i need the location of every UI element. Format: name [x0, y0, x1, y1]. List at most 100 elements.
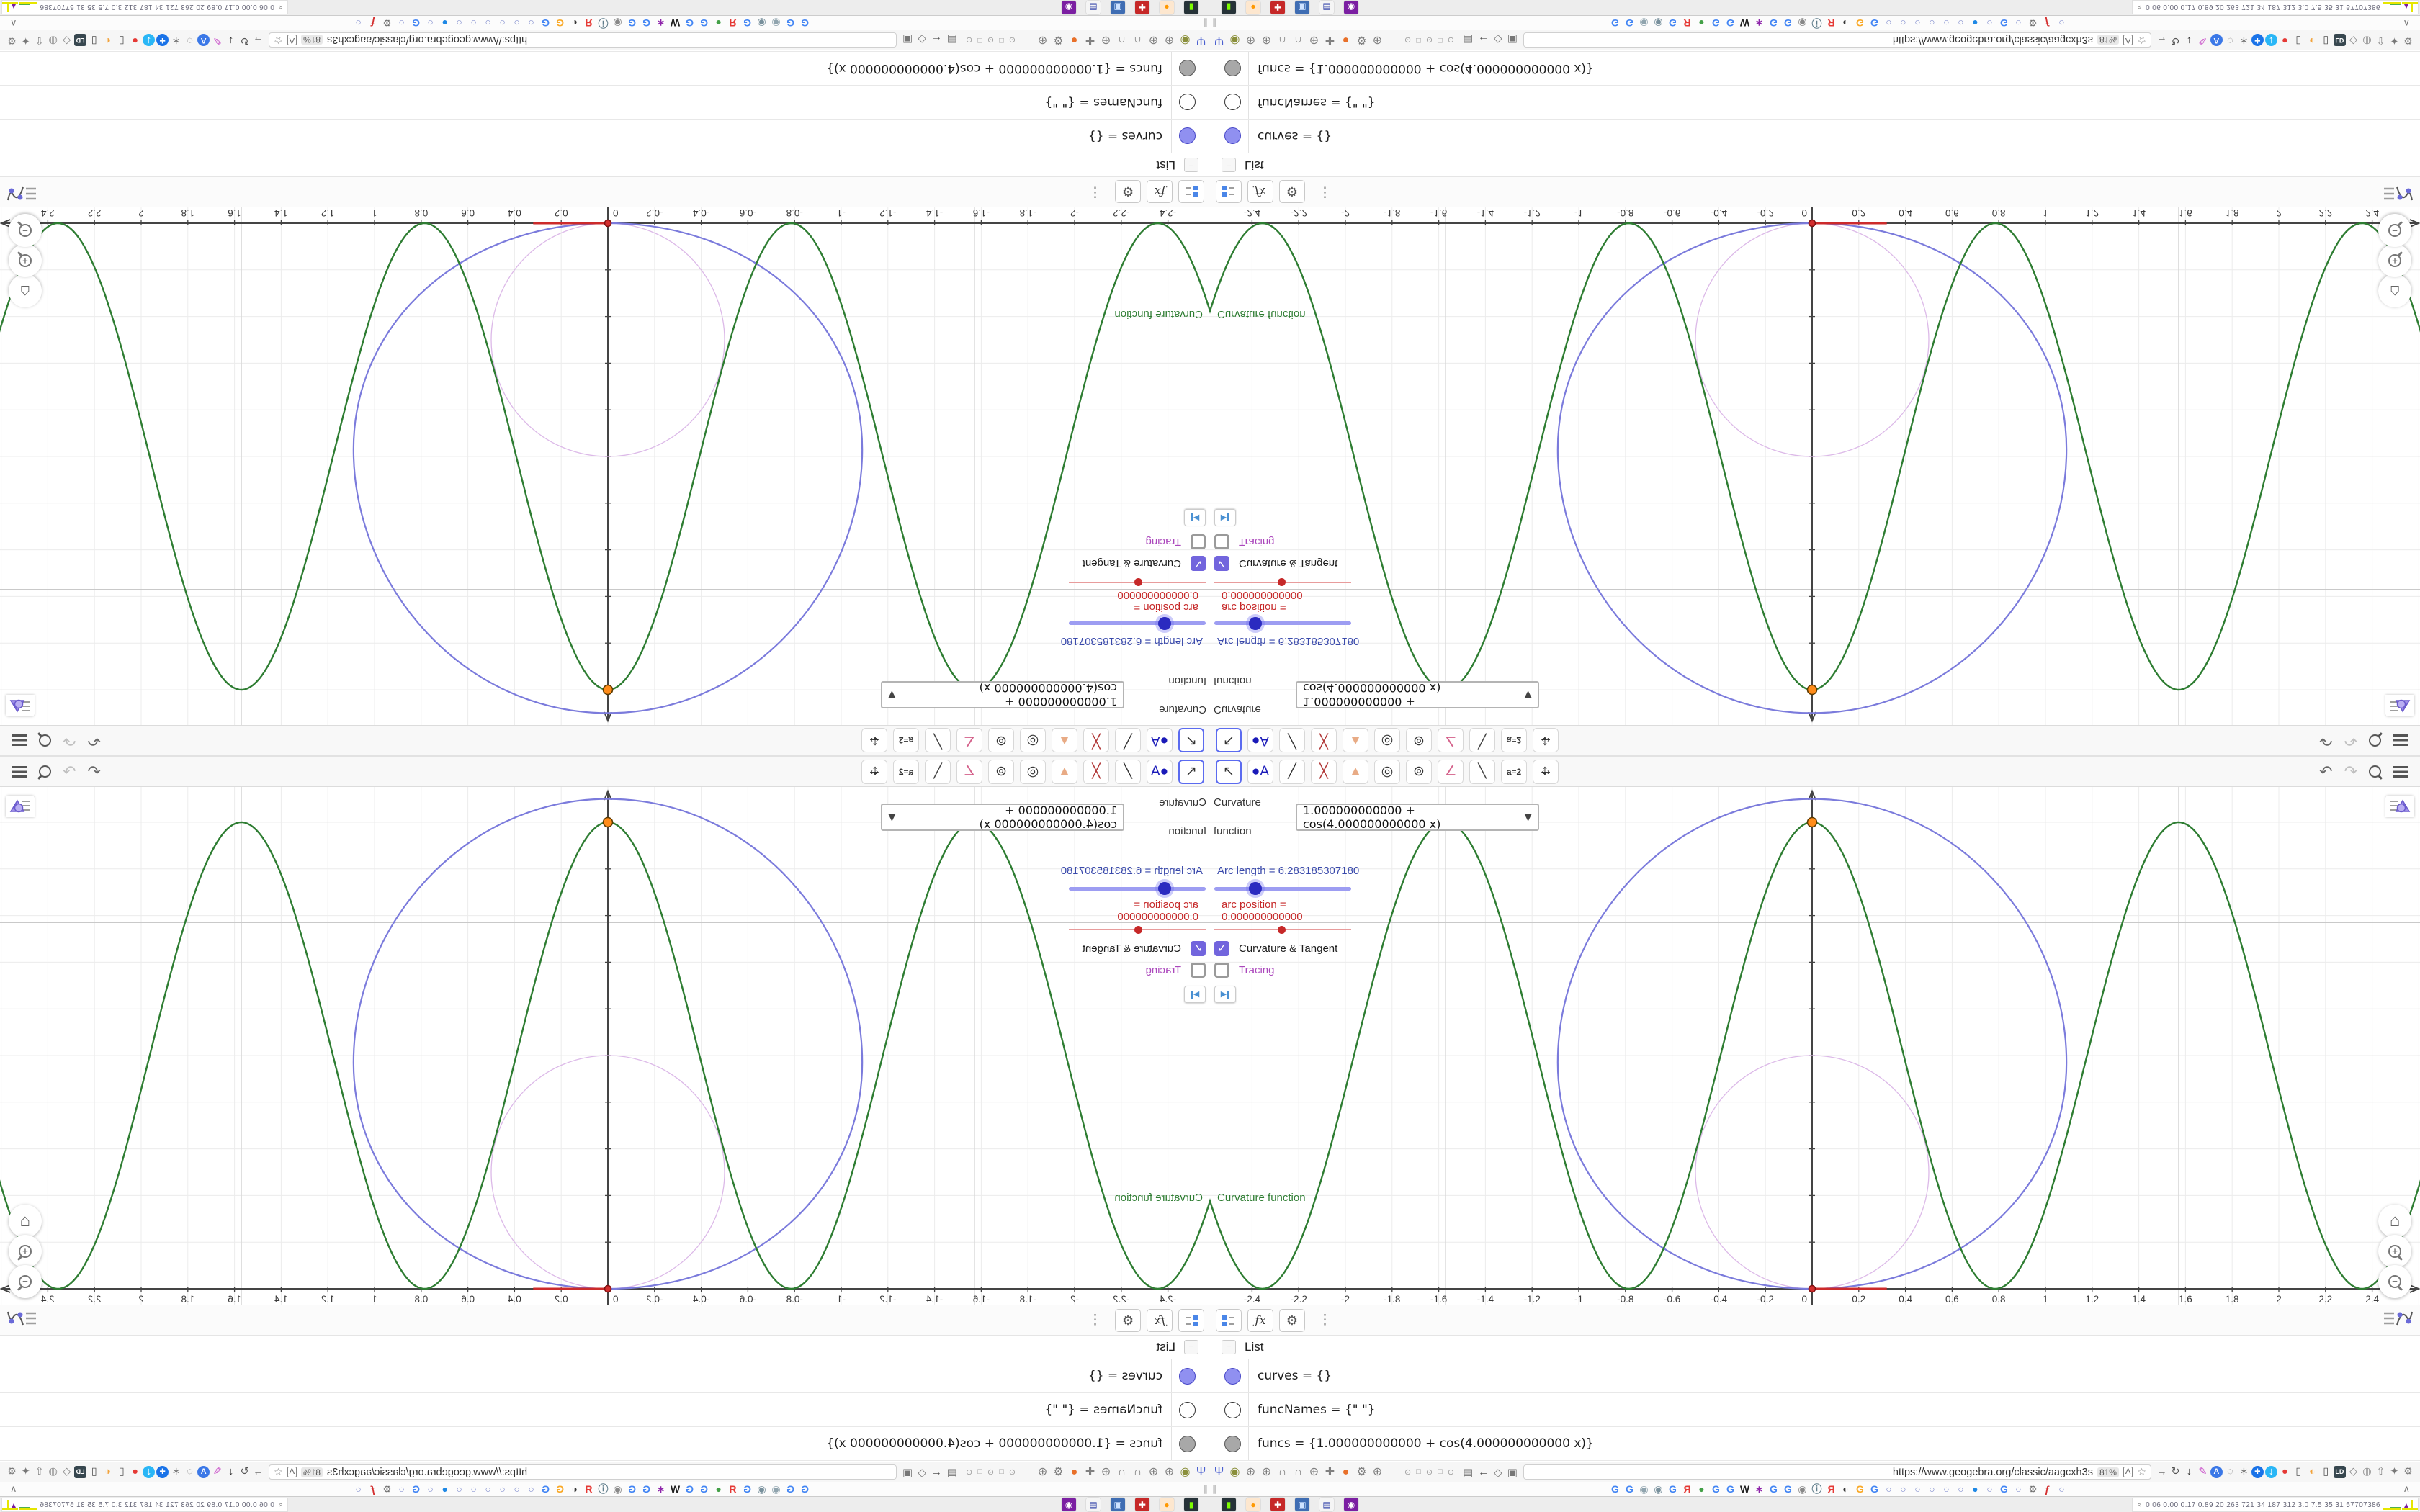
- extension-icon[interactable]: ◉: [1178, 1466, 1192, 1478]
- menu-icon[interactable]: [2393, 734, 2408, 747]
- extension-icon[interactable]: ◉: [1178, 35, 1192, 47]
- extension-icon[interactable]: ●: [2279, 34, 2291, 46]
- extension-icon[interactable]: LD: [74, 1466, 87, 1478]
- graphics-view[interactable]: -2.4 -2.2 -2 -1.8 -1.6 -1.4 -1.2 -1 -0.8 -0.6 -0.4…: [0, 787, 1210, 1305]
- nav-icon[interactable]: ▣: [1507, 34, 1518, 47]
- tool-button[interactable]: ∠: [956, 759, 982, 784]
- tab-favicon[interactable]: ⚙: [2027, 17, 2039, 29]
- extension-icon[interactable]: ▯: [2293, 34, 2305, 46]
- tab-favicon[interactable]: ○: [425, 1483, 436, 1495]
- extension-icon[interactable]: ✚: [1323, 1466, 1337, 1478]
- algebra-row[interactable]: funcs = {1.000000000000 + cos(4.00000000…: [1210, 1427, 2420, 1461]
- tab-favicon[interactable]: ○: [1941, 17, 1953, 29]
- tab-favicon[interactable]: G: [411, 1483, 422, 1495]
- graphics-view[interactable]: -2.4 -2.2 -2 -1.8 -1.6 -1.4 -1.2 -1 -0.8 -0.6 -0.4…: [1210, 207, 2420, 725]
- extension-icon[interactable]: ∩: [1291, 35, 1305, 47]
- tab-favicon[interactable]: ◉: [612, 1483, 624, 1495]
- translate-icon[interactable]: A: [287, 1467, 297, 1477]
- tab-favicon[interactable]: W: [670, 17, 681, 29]
- tool-button[interactable]: ↖: [1216, 728, 1242, 753]
- tab-favicon[interactable]: ∗: [1754, 17, 1765, 29]
- kebab-menu-icon[interactable]: ⋮: [1314, 183, 1336, 201]
- tab-favicon[interactable]: ○: [1955, 17, 1967, 29]
- tab-favicon[interactable]: ○: [2056, 17, 2068, 29]
- extension-icon[interactable]: ◌: [184, 34, 196, 46]
- arc-position-slider[interactable]: [1054, 924, 1206, 935]
- graphics-perspective-button[interactable]: [2385, 695, 2414, 716]
- nav-icon[interactable]: ▣: [1507, 1466, 1518, 1479]
- slider-thumb[interactable]: [1249, 882, 1262, 895]
- dropdown-arrow-icon[interactable]: ▼: [1524, 811, 1532, 823]
- extension-icon[interactable]: ∗: [170, 34, 182, 46]
- app-icon[interactable]: ▤: [1086, 1498, 1101, 1511]
- nav-icon[interactable]: ◇: [918, 34, 926, 47]
- tab-favicon[interactable]: G: [1711, 1484, 1722, 1494]
- tab-favicon[interactable]: G: [1855, 17, 1866, 29]
- extension-icon[interactable]: LD: [2333, 1466, 2346, 1478]
- extension-icon[interactable]: ∗: [170, 1466, 182, 1478]
- menu-icon[interactable]: [2393, 765, 2408, 778]
- tab-favicon[interactable]: ◉: [771, 1483, 782, 1495]
- tool-button[interactable]: ▲: [1343, 728, 1368, 753]
- extension-icon[interactable]: ✎: [211, 34, 223, 46]
- tab-favicon[interactable]: G: [684, 1483, 696, 1495]
- tab-favicon[interactable]: ○: [454, 17, 465, 29]
- settings-button[interactable]: ⚙: [1115, 180, 1141, 204]
- tab-favicon[interactable]: ○: [511, 1483, 523, 1495]
- algebra-row[interactable]: funcNames = {" "}: [1210, 1393, 2420, 1427]
- tab-favicon[interactable]: ◉: [771, 17, 782, 29]
- redo-icon[interactable]: ↷: [2344, 763, 2357, 780]
- overflow-chevron-icon[interactable]: ∧: [10, 17, 17, 29]
- tab-favicon[interactable]: Я: [1826, 17, 1837, 29]
- zoom-out-button[interactable]: −: [2378, 1265, 2411, 1298]
- tool-button[interactable]: ╱: [1115, 759, 1141, 784]
- tab-favicon[interactable]: Я: [1682, 17, 1693, 29]
- app-icon[interactable]: ●: [1160, 1498, 1174, 1511]
- tab-favicon[interactable]: ○: [1941, 1484, 1953, 1494]
- tool-button[interactable]: ⊚: [988, 759, 1014, 784]
- tab-favicon[interactable]: G: [1624, 17, 1636, 29]
- tab-favicon[interactable]: Я: [727, 1483, 739, 1495]
- toggle-icon[interactable]: ⊙: [1426, 35, 1433, 45]
- page-zoom-badge[interactable]: 81%: [301, 35, 323, 45]
- extension-icon[interactable]: ⊕: [1307, 1466, 1321, 1478]
- app-icon[interactable]: ●: [1160, 1, 1174, 14]
- extension-icon[interactable]: ⚙: [2402, 1466, 2414, 1478]
- extension-icon[interactable]: +: [2251, 1466, 2264, 1478]
- visibility-toggle-icon[interactable]: [1179, 1435, 1196, 1452]
- tab-favicon[interactable]: ○: [1927, 17, 1938, 29]
- dropdown-arrow-icon[interactable]: ▼: [1524, 689, 1532, 701]
- extension-icon[interactable]: ⊕: [1147, 1466, 1160, 1478]
- toggle-icon[interactable]: □: [1416, 1467, 1421, 1477]
- tab-favicon[interactable]: G: [1667, 1484, 1679, 1494]
- extension-icon[interactable]: ↓: [143, 1466, 156, 1478]
- toggle-icon[interactable]: ⊙: [1009, 35, 1016, 45]
- extension-icon[interactable]: ◍: [2361, 1466, 2373, 1478]
- play-button[interactable]: ▶: [1184, 509, 1206, 526]
- toggle-icon[interactable]: □: [977, 35, 982, 45]
- bookmark-star-icon[interactable]: ☆: [2137, 1466, 2146, 1478]
- algebra-row[interactable]: funcNames = {" "}: [0, 1393, 1210, 1427]
- undo-icon[interactable]: ↶: [87, 762, 100, 780]
- toggle-icon[interactable]: □: [1438, 1467, 1443, 1477]
- tool-button[interactable]: ●A: [1247, 759, 1273, 784]
- tab-favicon[interactable]: ∗: [1754, 1484, 1765, 1494]
- tracing-checkbox[interactable]: [1191, 963, 1206, 978]
- page-zoom-badge[interactable]: 81%: [301, 1467, 323, 1477]
- search-icon[interactable]: [39, 765, 51, 778]
- toggle-icon[interactable]: ⊙: [987, 35, 994, 45]
- app-icon[interactable]: ✚: [1135, 1498, 1150, 1511]
- tool-button[interactable]: ◎: [1374, 728, 1400, 753]
- algebra-row[interactable]: funcs = {1.000000000000 + cos(4.00000000…: [0, 51, 1210, 85]
- app-icon[interactable]: ◉: [1062, 1498, 1076, 1511]
- tool-button[interactable]: ╲: [1469, 759, 1495, 784]
- tool-button[interactable]: ╳: [1083, 728, 1109, 753]
- tab-favicon[interactable]: G: [627, 1483, 638, 1495]
- app-icon[interactable]: ✚: [1270, 1498, 1285, 1511]
- collapse-button[interactable]: −: [1222, 1340, 1236, 1354]
- zoom-out-button[interactable]: −: [9, 214, 42, 247]
- tab-favicon[interactable]: ○: [353, 17, 364, 29]
- extension-icon[interactable]: ⊕: [1260, 1466, 1273, 1478]
- toggle-icon[interactable]: □: [999, 1467, 1004, 1477]
- tool-button[interactable]: ╱: [1115, 728, 1141, 753]
